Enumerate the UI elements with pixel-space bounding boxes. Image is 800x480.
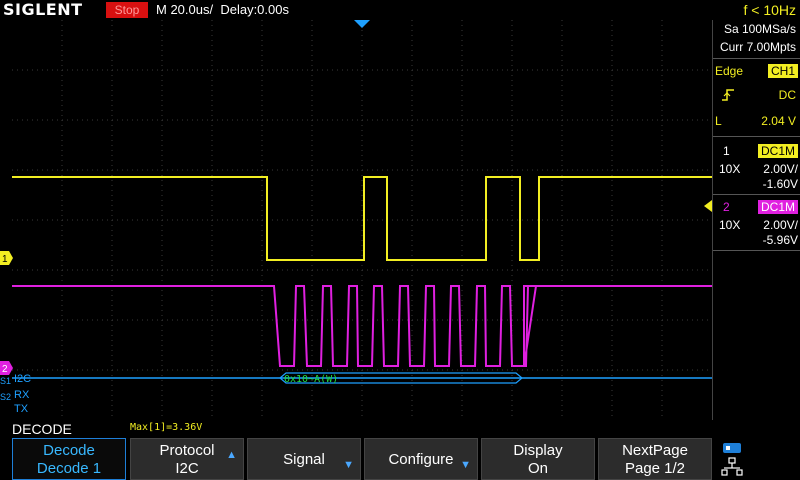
ch2-number: 2	[723, 200, 730, 214]
trigger-level: 2.04 V	[761, 114, 796, 128]
ch2-info[interactable]: 2 DC1M 10X 2.00V/ -5.96V	[713, 200, 800, 248]
down-arrow-icon: ▼	[343, 459, 354, 471]
protocol-button[interactable]: Protocol I2C ▲	[130, 438, 244, 480]
display-button[interactable]: Display On	[481, 438, 595, 480]
ch2-coupling: DC1M	[757, 200, 798, 214]
rising-edge-icon	[721, 88, 735, 105]
system-status-icons	[721, 443, 743, 476]
panel-divider	[713, 250, 800, 251]
decode-frame-text: 0x10~A(W)	[284, 374, 338, 385]
panel-divider	[713, 58, 800, 59]
ch1-info[interactable]: 1 DC1M 10X 2.00V/ -1.60V	[713, 144, 800, 192]
usb-icon	[723, 443, 741, 453]
info-panel: Sa 100MSa/s Curr 7.00Mpts Edge CH1 DC L …	[713, 20, 800, 420]
channel-markers: 1 2 S1 S2	[0, 251, 13, 402]
memory-depth: Curr 7.00Mpts	[719, 40, 796, 54]
key-value: Page 1/2	[624, 460, 686, 477]
trigger-type: Edge	[715, 64, 744, 78]
bus-protocol-label: I2C	[14, 373, 31, 385]
top-status-bar: SIGLENT Stop M 20.0us/ Delay:0.00s f < 1…	[0, 0, 800, 20]
ch2-offset: -5.96V	[762, 233, 798, 247]
trigger-coupling: DC	[778, 88, 796, 102]
uart-rx-label: RX	[14, 389, 30, 401]
waveform-display[interactable]: 0x10~A(W) I2C RX TX	[12, 20, 713, 420]
ch1-offset: -1.60V	[762, 177, 798, 191]
ch1-scale: 2.00V/	[763, 162, 798, 176]
network-icon	[721, 457, 743, 476]
s1-label: S1	[0, 376, 11, 386]
key-value: On	[527, 460, 548, 477]
frequency-counter: f < 10Hz	[743, 2, 796, 18]
brand-logo: SIGLENT	[3, 0, 83, 19]
run-stop-badge[interactable]: Stop	[106, 2, 148, 18]
key-value: Decode 1	[36, 460, 102, 477]
timebase-readout[interactable]: M 20.0us/ Delay:0.00s	[156, 0, 289, 20]
ch2-probe: 10X	[719, 218, 741, 232]
key-label: Decode	[43, 442, 95, 459]
trigger-level-label: L	[715, 114, 722, 128]
timebase-value: M 20.0us/	[156, 2, 214, 17]
key-value: I2C	[175, 460, 199, 477]
up-arrow-icon: ▲	[226, 449, 237, 461]
key-label: Display	[513, 442, 563, 459]
ch1-number: 1	[723, 144, 730, 158]
trigger-source: CH1	[767, 64, 798, 78]
ch1-probe: 10X	[719, 162, 741, 176]
s2-label: S2	[0, 392, 11, 402]
signal-button[interactable]: Signal ▼	[247, 438, 361, 480]
panel-divider	[713, 194, 800, 195]
ch2-marker-label: 2	[2, 364, 8, 375]
menu-title: DECODE	[12, 421, 72, 437]
delay-value: Delay:0.00s	[220, 2, 289, 17]
ch1-coupling: DC1M	[757, 144, 798, 158]
ch1-marker-label: 1	[2, 254, 8, 265]
sample-rate: Sa 100MSa/s	[723, 22, 796, 36]
uart-tx-label: TX	[14, 403, 29, 415]
decode-select-button[interactable]: Decode Decode 1	[12, 438, 126, 480]
next-page-button[interactable]: NextPage Page 1/2	[598, 438, 712, 480]
max-measurement: Max[1]=3.36V	[130, 422, 203, 433]
ch2-scale: 2.00V/	[763, 218, 798, 232]
key-label: NextPage	[622, 442, 688, 459]
panel-divider	[713, 136, 800, 137]
configure-button[interactable]: Configure ▼	[364, 438, 478, 480]
down-arrow-icon: ▼	[460, 459, 471, 471]
